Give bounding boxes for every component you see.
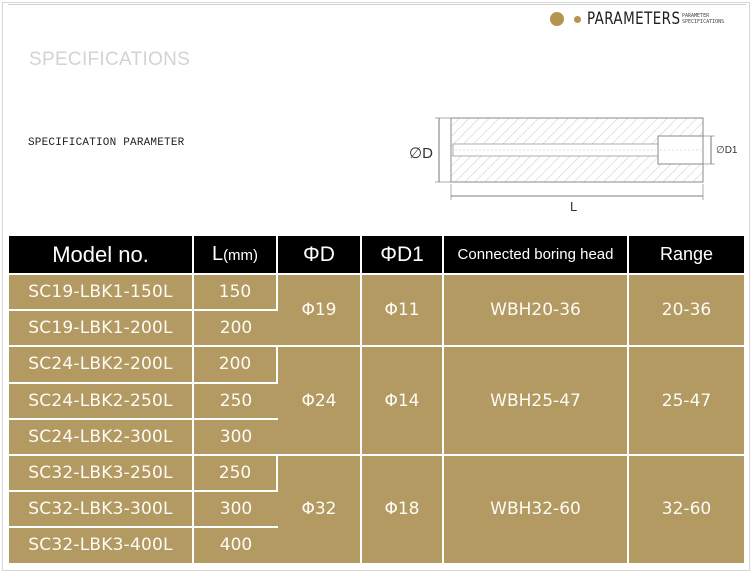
cell-length: 300	[194, 490, 278, 527]
tool-diagram: ∅D ∅D1 L	[400, 108, 750, 218]
cell-boring-head: WBH32-60	[444, 453, 629, 563]
cell-length: 200	[194, 345, 278, 382]
specification-table: Model no. L(mm) ΦD ΦD1 Connected boring …	[9, 236, 744, 563]
header-range: Range	[629, 236, 744, 273]
table-row: SC32-LBK3-250L 250 Φ32 Φ18 WBH32-60 32-6…	[9, 453, 744, 563]
bullet-small-icon	[574, 16, 581, 23]
cell-diameter: Φ32	[278, 453, 362, 563]
cell-inner-diameter: Φ14	[362, 345, 444, 454]
cell-model: SC19-LBK1-200L	[9, 309, 194, 346]
header-length-unit: (mm)	[223, 247, 259, 264]
cell-length: 150	[194, 273, 278, 310]
dimension-d1-label: ∅D1	[716, 145, 738, 156]
cell-range: 25-47	[629, 345, 744, 454]
cell-length: 250	[194, 453, 278, 491]
cell-range: 20-36	[629, 273, 744, 346]
cell-length: 300	[194, 417, 278, 454]
cell-model: SC24-LBK2-300L	[9, 417, 194, 454]
bullet-large-icon	[550, 12, 564, 26]
header-inner-diameter: ΦD1	[362, 236, 444, 273]
parameter-label: SPECIFICATION PARAMETER	[28, 137, 185, 149]
cell-model: SC32-LBK3-400L	[9, 526, 194, 563]
header-boring-head: Connected boring head	[444, 236, 629, 273]
cell-length: 400	[194, 526, 278, 563]
cell-model: SC24-LBK2-250L	[9, 381, 194, 418]
header-length: L(mm)	[194, 236, 278, 273]
cell-model: SC19-LBK1-150L	[9, 273, 194, 310]
dimension-d-label: ∅D	[409, 145, 433, 162]
dimension-l-label: L	[570, 199, 578, 214]
cell-diameter: Φ19	[278, 273, 362, 346]
cell-model: SC32-LBK3-300L	[9, 490, 194, 527]
cell-boring-head: WBH25-47	[444, 345, 629, 454]
section-title: SPECIFICATIONS	[29, 49, 191, 70]
cell-model: SC24-LBK2-200L	[9, 345, 194, 382]
cell-length: 250	[194, 381, 278, 418]
table-row: SC24-LBK2-200L 200 Φ24 Φ14 WBH25-47 25-4…	[9, 345, 744, 454]
badge-subtitle: PARAMETER SPECIFICATIONS	[682, 13, 725, 25]
header-model: Model no.	[9, 236, 194, 273]
table-header-row: Model no. L(mm) ΦD ΦD1 Connected boring …	[9, 236, 744, 273]
header-diameter: ΦD	[278, 236, 362, 273]
cell-model: SC32-LBK3-250L	[9, 453, 194, 491]
top-divider	[8, 4, 746, 5]
parameters-badge: PARAMETERS PARAMETER SPECIFICATIONS	[548, 8, 748, 32]
cell-inner-diameter: Φ11	[362, 273, 444, 346]
cell-boring-head: WBH20-36	[444, 273, 629, 346]
badge-title: PARAMETERS	[587, 9, 681, 29]
cell-diameter: Φ24	[278, 345, 362, 454]
cell-inner-diameter: Φ18	[362, 453, 444, 563]
header-length-main: L	[211, 243, 224, 265]
cell-range: 32-60	[629, 453, 744, 563]
table-row: SC19-LBK1-150L 150 Φ19 Φ11 WBH20-36 20-3…	[9, 273, 744, 346]
cell-length: 200	[194, 309, 278, 346]
